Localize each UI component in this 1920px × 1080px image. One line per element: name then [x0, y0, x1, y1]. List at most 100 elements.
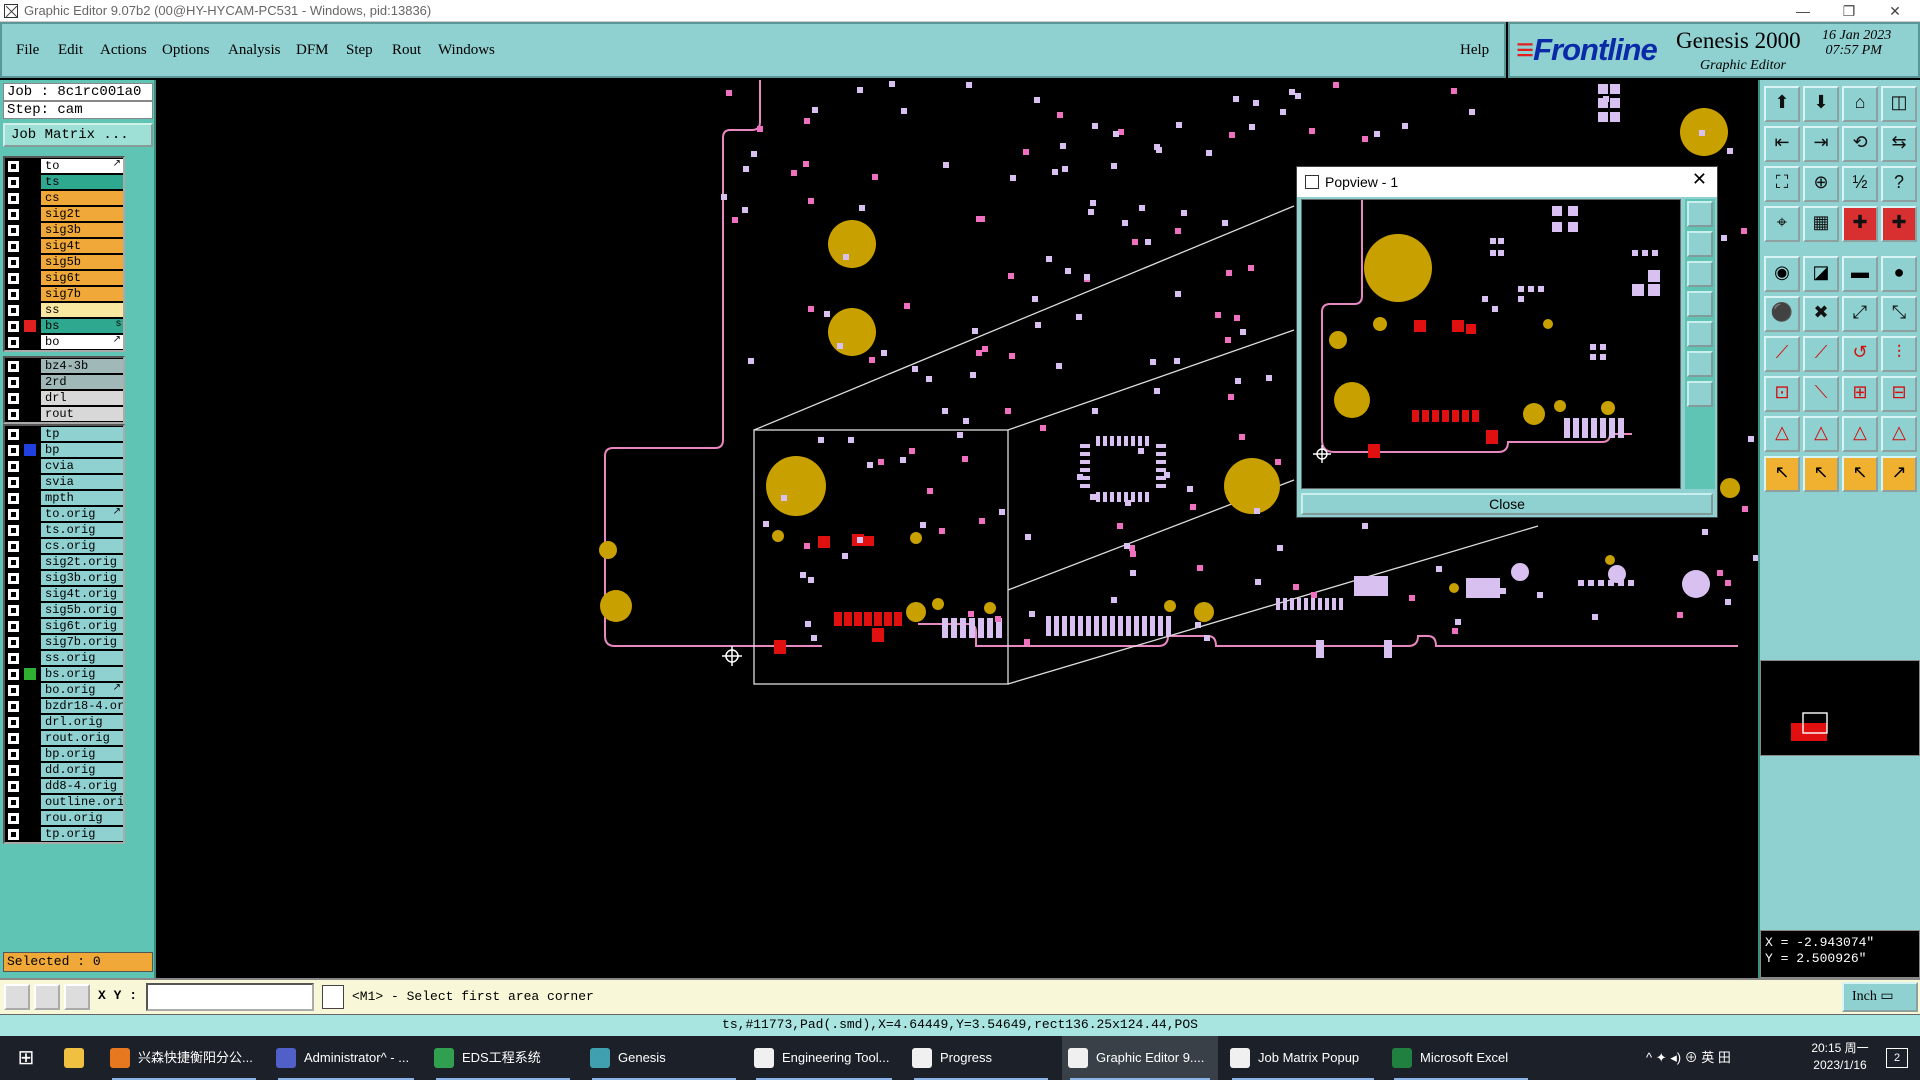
layer-display-swatch[interactable] [24, 476, 36, 488]
layer-row[interactable]: sig5b.orig [5, 602, 123, 618]
dot-icon[interactable]: ⚫ [1764, 296, 1800, 332]
layer-name[interactable]: bo [41, 335, 123, 349]
align-icon[interactable]: ⫶ [1881, 336, 1917, 372]
notification-icon[interactable]: 2 [1886, 1048, 1908, 1068]
layer-display-swatch[interactable] [24, 668, 36, 680]
pan-left-icon[interactable]: ⇤ [1764, 126, 1800, 162]
undo-view-icon[interactable]: ⟲ [1842, 126, 1878, 162]
layer-display-swatch[interactable] [24, 684, 36, 696]
layer-row[interactable]: tp.orig [5, 826, 123, 842]
layer-display-swatch[interactable] [24, 272, 36, 284]
layer-checkbox[interactable] [8, 637, 19, 648]
layer-checkbox[interactable] [8, 797, 19, 808]
layer-checkbox[interactable] [8, 829, 19, 840]
layer-name[interactable]: dd.orig [41, 763, 123, 777]
zoom-back-icon[interactable]: ⬇ [1803, 86, 1839, 122]
pad-icon[interactable]: ◉ [1764, 256, 1800, 292]
taskbar-app[interactable]: Engineering Tool... [748, 1036, 900, 1080]
layer-name[interactable]: sig2t.orig [41, 555, 123, 569]
layer-row[interactable]: sig3b [5, 222, 123, 238]
layer-checkbox[interactable] [8, 493, 19, 504]
layer-name[interactable]: sig4t [41, 239, 123, 253]
layer-checkbox[interactable] [8, 765, 19, 776]
layer-checkbox[interactable] [8, 477, 19, 488]
layer-display-swatch[interactable] [24, 320, 36, 332]
layer-display-swatch[interactable] [24, 492, 36, 504]
layer-row[interactable]: rout [5, 406, 123, 422]
layer-checkbox[interactable] [8, 653, 19, 664]
layer-row[interactable]: drl [5, 390, 123, 406]
xy-input[interactable] [146, 983, 314, 1011]
menu-help[interactable]: Help [1460, 42, 1489, 59]
layer-row[interactable]: cs.orig [5, 538, 123, 554]
layer-row[interactable]: bp [5, 442, 123, 458]
layer-name[interactable]: tp.orig [41, 827, 123, 841]
menu-edit[interactable]: Edit [58, 42, 83, 59]
layer-row[interactable]: svia [5, 474, 123, 490]
menu-options[interactable]: Options [162, 42, 210, 59]
layer-display-swatch[interactable] [24, 192, 36, 204]
layer-row[interactable]: bzdr18-4.or [5, 698, 123, 714]
layer-row[interactable]: drl.orig [5, 714, 123, 730]
layer-row[interactable]: outline.orig [5, 794, 123, 810]
layer-display-swatch[interactable] [24, 780, 36, 792]
layer-checkbox[interactable] [8, 393, 19, 404]
layer-name[interactable]: sig5b [41, 255, 123, 269]
split-view-icon[interactable]: ◫ [1881, 86, 1917, 122]
layer-name[interactable]: dd8-4.orig [41, 779, 123, 793]
layer-row[interactable]: rou.orig [5, 810, 123, 826]
layer-checkbox[interactable] [8, 161, 19, 172]
layer-checkbox[interactable] [8, 377, 19, 388]
copy-icon[interactable]: ⤡ [1881, 296, 1917, 332]
layer-display-swatch[interactable] [24, 588, 36, 600]
select-icon[interactable]: ↖ [1764, 456, 1800, 492]
layer-display-swatch[interactable] [24, 812, 36, 824]
layer-row[interactable]: sig2t [5, 206, 123, 222]
layer-checkbox[interactable] [8, 525, 19, 536]
layer-checkbox[interactable] [8, 509, 19, 520]
menu-windows[interactable]: Windows [438, 42, 495, 59]
start-button[interactable]: ⊞ [8, 1036, 44, 1080]
layer-checkbox[interactable] [8, 749, 19, 760]
layer-display-swatch[interactable] [24, 764, 36, 776]
popview-close-icon[interactable]: ✕ [1692, 169, 1707, 190]
layer-display-swatch[interactable] [24, 444, 36, 456]
layer-row[interactable]: sig3b.orig [5, 570, 123, 586]
popview-canvas[interactable] [1301, 199, 1681, 489]
layer-row[interactable]: sig7b [5, 286, 123, 302]
layer-row[interactable]: sig7b.orig [5, 634, 123, 650]
layer-display-swatch[interactable] [24, 748, 36, 760]
layer-name[interactable]: sig6t [41, 271, 123, 285]
close-window-button[interactable]: ✕ [1872, 0, 1918, 22]
layer-name[interactable]: mpth [41, 491, 123, 505]
layer-name[interactable]: rou.orig [41, 811, 123, 825]
layer-display-swatch[interactable] [24, 208, 36, 220]
delete-icon[interactable]: ✖ [1803, 296, 1839, 332]
layer-name[interactable]: 2rd [41, 375, 123, 389]
zoom-home-icon[interactable]: ⬆ [1764, 86, 1800, 122]
layer-display-swatch[interactable] [24, 732, 36, 744]
layer-name[interactable]: sig3b.orig [41, 571, 123, 585]
layer-checkbox[interactable] [8, 445, 19, 456]
taskbar-clock[interactable]: 20:15 周一 2023/1/16 [1800, 1040, 1880, 1074]
layer-checkbox[interactable] [8, 305, 19, 316]
center-icon[interactable]: ⊕ [1803, 166, 1839, 202]
layer-checkbox[interactable] [8, 621, 19, 632]
layer-name[interactable]: bp [41, 443, 123, 457]
layer-row[interactable]: bs s [5, 318, 123, 334]
menu-actions[interactable]: Actions [100, 42, 147, 59]
layer-name[interactable]: drl [41, 391, 123, 405]
layer-checkbox[interactable] [8, 541, 19, 552]
taskbar-app[interactable]: Progress [906, 1036, 1056, 1080]
layer-name[interactable]: outline.orig [41, 795, 123, 809]
system-tray[interactable]: ^ ✦ ◂) ⊕ 英 田 [1646, 1036, 1731, 1080]
popview-zoom-fit-icon[interactable] [1687, 201, 1713, 227]
layer-display-swatch[interactable] [24, 620, 36, 632]
layer-display-swatch[interactable] [24, 176, 36, 188]
layer-display-swatch[interactable] [24, 304, 36, 316]
layer-checkbox[interactable] [8, 429, 19, 440]
job-matrix-button[interactable]: Job Matrix ... [3, 123, 153, 147]
layer-display-swatch[interactable] [24, 556, 36, 568]
layer-name[interactable]: sig3b [41, 223, 123, 237]
layer-name[interactable]: rout [41, 407, 123, 421]
